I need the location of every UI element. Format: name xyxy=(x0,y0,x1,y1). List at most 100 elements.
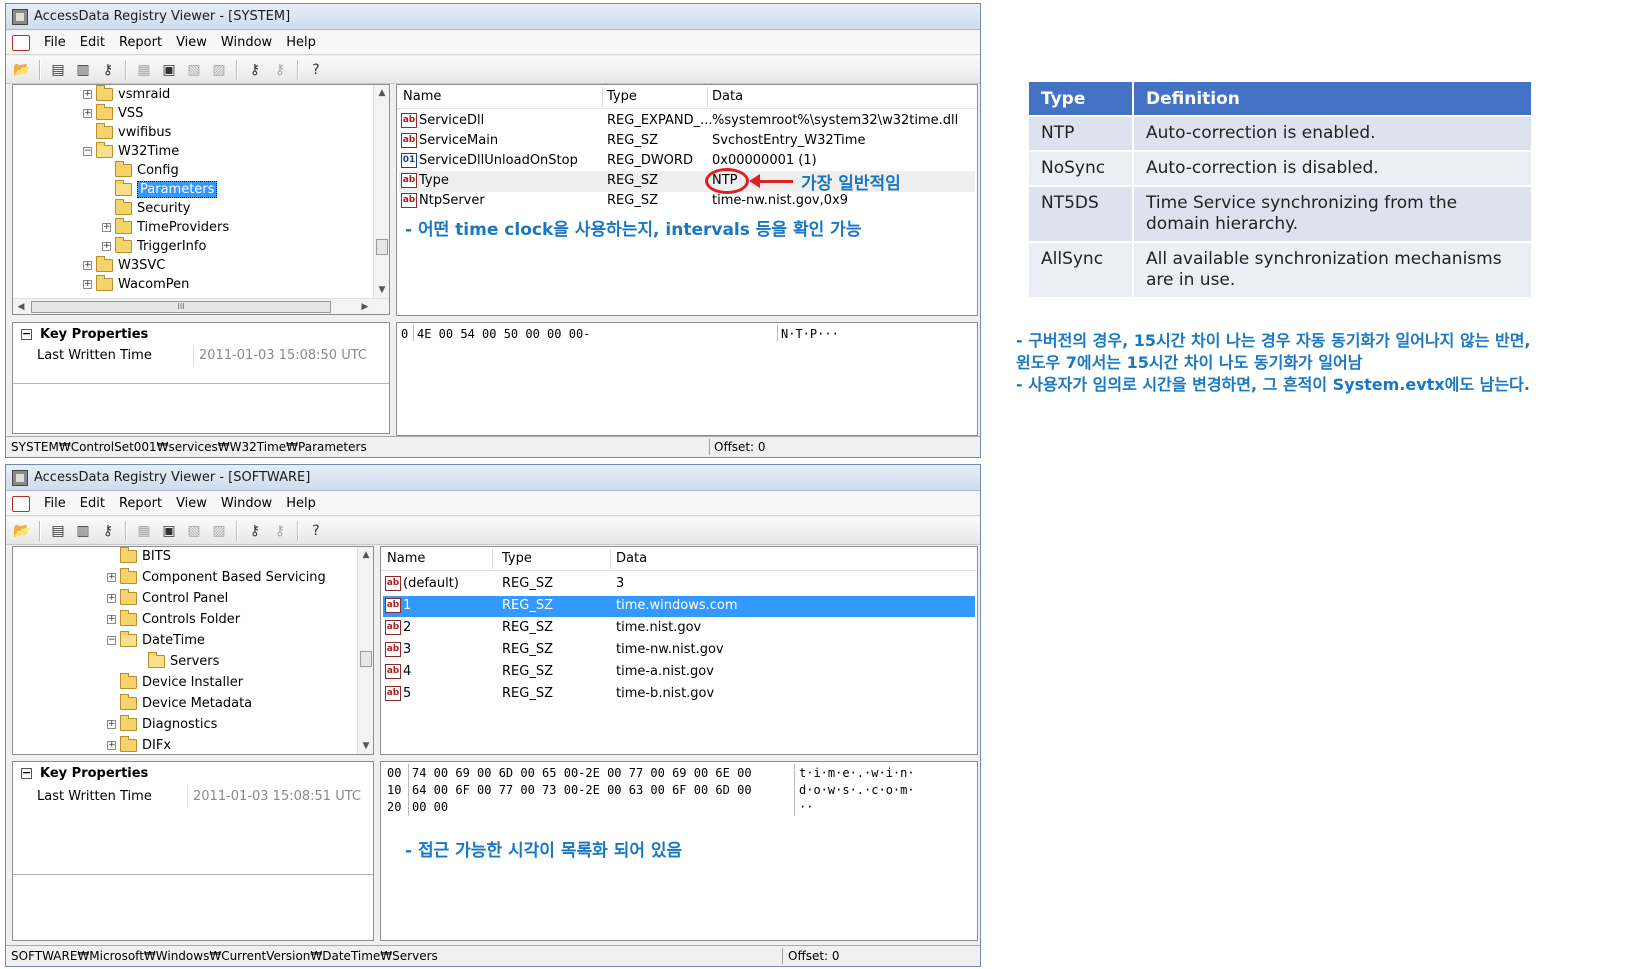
menu-edit[interactable]: Edit xyxy=(80,35,105,50)
tree-node-w32time[interactable]: − W32Time xyxy=(83,142,179,161)
tree-node-wacompen[interactable]: + WacomPen xyxy=(83,275,189,294)
expand-icon[interactable]: + xyxy=(102,223,111,232)
menu-view[interactable]: View xyxy=(176,496,207,511)
menu-view[interactable]: View xyxy=(176,35,207,50)
tree-node-security[interactable]: Security xyxy=(115,199,190,218)
scroll-thumb[interactable]: III xyxy=(31,301,331,313)
tree-node-vsmraid[interactable]: + vsmraid xyxy=(83,85,170,104)
menu-file[interactable]: File xyxy=(44,35,66,50)
tree-node-diagnostics[interactable]: + Diagnostics xyxy=(107,715,217,734)
tree-node-servers[interactable]: Servers xyxy=(148,652,219,671)
scroll-thumb[interactable] xyxy=(376,239,388,255)
scroll-up-icon[interactable]: ▲ xyxy=(374,85,389,101)
collapse-icon[interactable]: − xyxy=(107,636,116,645)
column-name-header[interactable]: Name xyxy=(387,551,425,566)
expand-icon[interactable]: + xyxy=(107,615,116,624)
scroll-right-icon[interactable]: ▶ xyxy=(357,299,373,314)
document-menu-icon[interactable] xyxy=(12,495,30,512)
list-item[interactable]: ab 2 REG_SZ time.nist.gov xyxy=(383,618,975,639)
find-next-icon[interactable]: ⚷ xyxy=(270,521,290,541)
tree-node-timeproviders[interactable]: + TimeProviders xyxy=(102,218,229,237)
expand-icon[interactable]: + xyxy=(83,261,92,270)
column-type-header[interactable]: Type xyxy=(502,551,532,566)
list-item[interactable]: ab (default) REG_SZ 3 xyxy=(383,574,975,595)
expand-icon[interactable]: + xyxy=(83,90,92,99)
report-icon[interactable]: ▣ xyxy=(159,521,179,541)
tree-node-parameters[interactable]: Parameters xyxy=(115,180,218,199)
column-data-header[interactable]: Data xyxy=(712,89,743,104)
expand-icon[interactable]: + xyxy=(102,242,111,251)
values-list[interactable]: Name Type Data ab ServiceDll REG_EXPAND_.… xyxy=(396,84,978,316)
key-properties-header[interactable]: − Key Properties xyxy=(21,327,148,342)
tree-horizontal-scrollbar[interactable]: ◀ III ▶ xyxy=(13,298,389,314)
menu-report[interactable]: Report xyxy=(119,35,162,50)
print-icon[interactable]: ▤ xyxy=(48,521,68,541)
collapse-icon[interactable]: − xyxy=(21,767,32,779)
key-icon[interactable]: ⚷ xyxy=(98,60,118,80)
scroll-left-icon[interactable]: ◀ xyxy=(13,299,29,314)
report-icon[interactable]: ▣ xyxy=(159,60,179,80)
list-item[interactable]: ab ServiceMain REG_SZ SvchostEntry_W32Tim… xyxy=(399,131,975,152)
edit-report-icon[interactable]: ▧ xyxy=(184,521,204,541)
collapse-icon[interactable]: − xyxy=(83,147,92,156)
help-icon[interactable]: ? xyxy=(306,60,326,80)
registry-tree[interactable]: BITS + Component Based Servicing + Control… xyxy=(12,546,374,755)
print-preview-icon[interactable]: ▥ xyxy=(73,521,93,541)
export-icon[interactable]: ▦ xyxy=(134,60,154,80)
copy-icon[interactable]: ▨ xyxy=(209,60,229,80)
expand-icon[interactable]: + xyxy=(107,594,116,603)
expand-icon[interactable]: + xyxy=(107,720,116,729)
tree-node-device-metadata[interactable]: Device Metadata xyxy=(120,694,252,713)
list-item[interactable]: ab NtpServer REG_SZ time-nw.nist.gov,0x9 xyxy=(399,191,975,212)
find-next-icon[interactable]: ⚷ xyxy=(270,60,290,80)
expand-icon[interactable]: + xyxy=(107,573,116,582)
copy-icon[interactable]: ▨ xyxy=(209,521,229,541)
tree-node-config[interactable]: Config xyxy=(115,161,179,180)
column-data-header[interactable]: Data xyxy=(616,551,647,566)
registry-tree[interactable]: + vsmraid + VSS vwifibus − W32Time Config P… xyxy=(12,84,390,315)
tree-node-component-based-servicing[interactable]: + Component Based Servicing xyxy=(107,568,326,587)
open-folder-icon[interactable]: 📂 xyxy=(12,60,32,80)
key-properties-header[interactable]: − Key Properties xyxy=(21,766,148,781)
tree-vertical-scrollbar[interactable]: ▲ ▼ xyxy=(357,547,373,754)
document-menu-icon[interactable] xyxy=(12,34,30,51)
menu-window[interactable]: Window xyxy=(221,496,272,511)
scroll-down-icon[interactable]: ▼ xyxy=(358,738,373,754)
tree-vertical-scrollbar[interactable]: ▲ ▼ xyxy=(373,85,389,298)
menu-edit[interactable]: Edit xyxy=(80,496,105,511)
tree-node-difx[interactable]: + DIFx xyxy=(107,736,171,754)
find-key-icon[interactable]: ⚷ xyxy=(245,60,265,80)
menu-report[interactable]: Report xyxy=(119,496,162,511)
tree-node-controls-folder[interactable]: + Controls Folder xyxy=(107,610,240,629)
find-key-icon[interactable]: ⚷ xyxy=(245,521,265,541)
tree-node-triggerinfo[interactable]: + TriggerInfo xyxy=(102,237,206,256)
export-icon[interactable]: ▦ xyxy=(134,521,154,541)
tree-node-datetime[interactable]: − DateTime xyxy=(107,631,205,650)
values-list[interactable]: Name Type Data ab (default) REG_SZ 3 ab 1 … xyxy=(380,546,978,755)
menu-help[interactable]: Help xyxy=(286,35,316,50)
expand-icon[interactable]: + xyxy=(83,280,92,289)
tree-node-device-installer[interactable]: Device Installer xyxy=(120,673,243,692)
tree-node-vss[interactable]: + VSS xyxy=(83,104,143,123)
hex-view[interactable]: 00 10 20 74 00 69 00 6D 00 65 00-2E 00 7… xyxy=(380,761,978,941)
tree-node-bits[interactable]: BITS xyxy=(120,547,171,566)
collapse-icon[interactable]: − xyxy=(21,328,32,340)
list-item[interactable]: ab 3 REG_SZ time-nw.nist.gov xyxy=(383,640,975,661)
scroll-thumb[interactable] xyxy=(360,651,372,667)
print-preview-icon[interactable]: ▥ xyxy=(73,60,93,80)
menu-file[interactable]: File xyxy=(44,496,66,511)
print-icon[interactable]: ▤ xyxy=(48,60,68,80)
list-item[interactable]: ab 4 REG_SZ time-a.nist.gov xyxy=(383,662,975,683)
key-icon[interactable]: ⚷ xyxy=(98,521,118,541)
help-icon[interactable]: ? xyxy=(306,521,326,541)
expand-icon[interactable]: + xyxy=(83,109,92,118)
open-folder-icon[interactable]: 📂 xyxy=(12,521,32,541)
list-item[interactable]: ab ServiceDll REG_EXPAND_... %systemroot%… xyxy=(399,111,975,132)
tree-node-vwifibus[interactable]: vwifibus xyxy=(83,123,171,142)
hex-view[interactable]: 0 4E 00 54 00 50 00 00 00- N·T·P··· xyxy=(396,322,978,436)
column-name-header[interactable]: Name xyxy=(403,89,441,104)
tree-node-control-panel[interactable]: + Control Panel xyxy=(107,589,228,608)
list-item-selected[interactable]: ab 1 REG_SZ time.windows.com xyxy=(383,596,975,617)
menu-help[interactable]: Help xyxy=(286,496,316,511)
edit-report-icon[interactable]: ▧ xyxy=(184,60,204,80)
